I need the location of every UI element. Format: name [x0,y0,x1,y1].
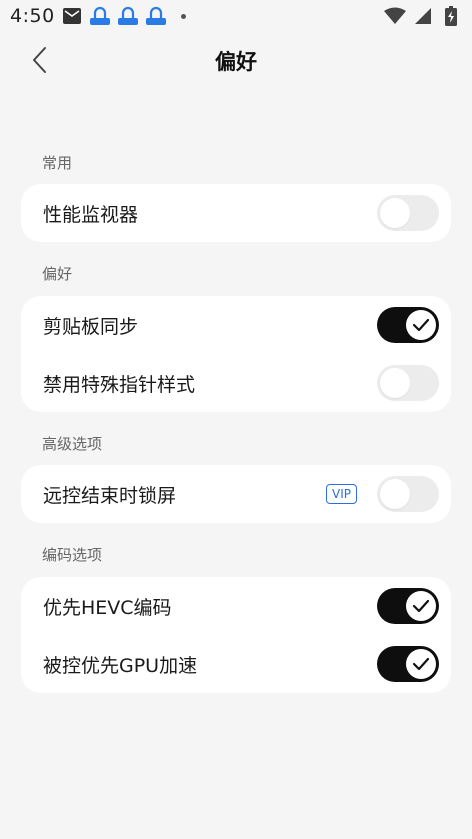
check-icon [412,599,430,613]
performance-monitor-toggle[interactable] [377,195,439,231]
toggle-knob [380,479,410,509]
header: 偏好 [0,32,472,88]
mail-icon [61,5,83,27]
section-label-encoding: 编码选项 [42,546,103,564]
toggle-knob [406,649,436,679]
section-label-preferences: 偏好 [42,265,73,283]
status-time: 4:50 [10,5,55,27]
setting-label: 剪贴板同步 [43,315,139,338]
setting-row-disable-special-cursor[interactable]: 禁用特殊指针样式 [21,354,451,412]
toggle-knob [380,198,410,228]
toggle-knob [406,310,436,340]
more-notifications-dot [180,13,186,19]
toggle-knob [380,368,410,398]
disable-special-cursor-toggle[interactable] [377,365,439,401]
app-notification-icon [89,5,111,27]
setting-row-lock-screen-on-end[interactable]: 远控结束时锁屏 VIP [21,465,451,523]
vip-badge: VIP [326,484,357,504]
app-notification-icon [145,5,167,27]
setting-label: 性能监视器 [43,203,139,226]
setting-row-clipboard-sync[interactable]: 剪贴板同步 [21,296,451,354]
check-icon [412,657,430,671]
lock-screen-on-end-toggle[interactable] [377,476,439,512]
card-common: 性能监视器 [21,184,451,242]
section-label-common: 常用 [42,154,73,172]
clipboard-sync-toggle[interactable] [377,307,439,343]
status-right [384,5,462,27]
setting-label: 被控优先GPU加速 [43,654,198,677]
wifi-icon [384,5,406,27]
signal-icon [412,5,434,27]
status-left: 4:50 [10,5,186,27]
setting-row-prefer-gpu[interactable]: 被控优先GPU加速 [21,635,451,693]
card-preferences: 剪贴板同步 禁用特殊指针样式 [21,296,451,412]
setting-label: 远控结束时锁屏 [43,484,177,507]
setting-label: 优先HEVC编码 [43,596,172,619]
card-advanced: 远控结束时锁屏 VIP [21,465,451,523]
app-notification-icon [117,5,139,27]
battery-charging-icon [440,5,462,27]
page-title: 偏好 [215,50,257,74]
section-label-advanced: 高级选项 [42,435,103,453]
prefer-gpu-toggle[interactable] [377,646,439,682]
setting-row-prefer-hevc[interactable]: 优先HEVC编码 [21,577,451,635]
status-bar: 4:50 [0,0,472,32]
prefer-hevc-toggle[interactable] [377,588,439,624]
toggle-knob [406,591,436,621]
check-icon [412,318,430,332]
setting-label: 禁用特殊指针样式 [43,373,196,396]
setting-row-performance-monitor[interactable]: 性能监视器 [21,184,451,242]
card-encoding: 优先HEVC编码 被控优先GPU加速 [21,577,451,693]
